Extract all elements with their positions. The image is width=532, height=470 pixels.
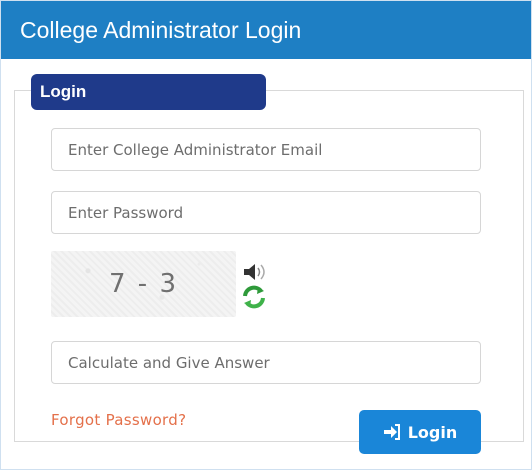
speaker-icon[interactable] — [241, 261, 269, 283]
captcha-text: 7 - 3 — [109, 269, 178, 299]
forgot-password-link[interactable]: Forgot Password? — [51, 411, 186, 429]
login-legend: Login — [31, 74, 266, 110]
refresh-icon[interactable] — [241, 285, 267, 309]
captcha-answer-field[interactable] — [51, 341, 481, 384]
sign-in-icon — [383, 424, 401, 440]
panel-title: College Administrator Login — [1, 1, 531, 59]
password-field[interactable] — [51, 191, 481, 234]
login-button-label: Login — [407, 422, 458, 442]
email-field[interactable] — [51, 128, 481, 171]
login-panel: College Administrator Login Login 7 - 3 … — [0, 0, 532, 470]
login-button[interactable]: Login — [359, 410, 481, 454]
captcha-image: 7 - 3 — [51, 251, 236, 317]
